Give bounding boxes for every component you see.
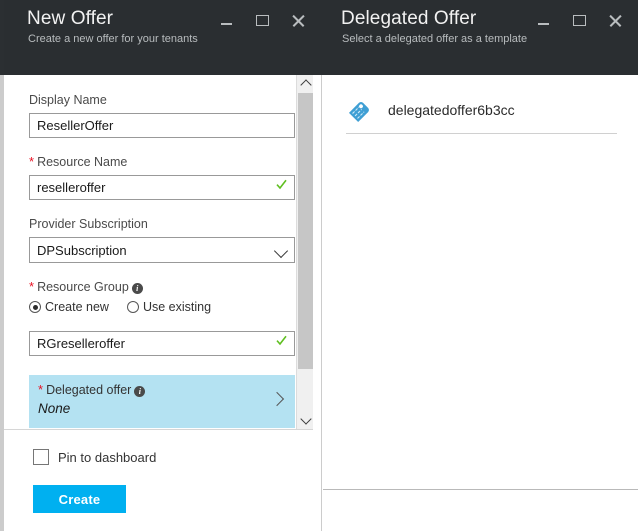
new-offer-blade: New Offer Create a new offer for your te…	[0, 0, 321, 531]
resource-name-textbox[interactable]	[29, 175, 295, 200]
close-icon	[609, 14, 622, 27]
chevron-up-icon	[300, 79, 311, 90]
info-icon[interactable]: i	[132, 283, 143, 294]
maximize-button[interactable]	[568, 10, 590, 30]
delegated-offer-title: Delegated Offer	[341, 8, 476, 30]
field-resource-name: *Resource Name	[29, 154, 295, 200]
new-offer-title: New Offer	[27, 8, 113, 30]
radio-create-new-label: Create new	[45, 300, 109, 314]
required-asterisk: *	[29, 279, 34, 294]
tag-icon	[346, 95, 376, 125]
delegated-offer-label-text: Delegated offer	[46, 383, 131, 397]
delegated-offer-body: delegatedoffer6b3cc	[321, 75, 638, 531]
minimize-icon	[538, 23, 549, 25]
right-footer-divider	[323, 489, 638, 490]
resource-name-input[interactable]	[30, 176, 294, 199]
display-name-input[interactable]	[30, 114, 294, 137]
resource-group-radio-group: Create new Use existing	[29, 300, 295, 314]
display-name-textbox[interactable]	[29, 113, 295, 138]
resource-group-label: *Resource Groupi	[29, 279, 295, 295]
blade-left-edge-light	[0, 75, 4, 531]
valid-check-icon	[276, 335, 287, 346]
pin-to-dashboard-row[interactable]: Pin to dashboard	[33, 449, 156, 465]
close-icon	[292, 14, 305, 27]
minimize-icon	[221, 23, 232, 25]
provider-subscription-select[interactable]: DPSubscription	[29, 237, 295, 263]
delegated-offer-list: delegatedoffer6b3cc	[346, 86, 617, 134]
scrollbar-down-button[interactable]	[297, 412, 314, 429]
new-offer-footer: Pin to dashboard Create	[4, 430, 313, 531]
scrollbar-thumb[interactable]	[298, 93, 313, 369]
required-asterisk: *	[38, 382, 43, 397]
new-offer-subtitle: Create a new offer for your tenants	[28, 33, 198, 45]
maximize-icon	[256, 15, 269, 26]
delegated-offer-label: *Delegated offeri	[38, 382, 295, 397]
new-offer-scroll-region: Display Name *Resource Name	[4, 75, 321, 429]
maximize-button[interactable]	[251, 10, 273, 30]
field-display-name: Display Name	[29, 92, 295, 138]
delegated-offer-blade: Delegated Offer Select a delegated offer…	[321, 0, 638, 531]
radio-use-existing[interactable]: Use existing	[127, 300, 211, 314]
resource-group-textbox[interactable]	[29, 331, 295, 356]
resource-group-label-text: Resource Group	[37, 280, 129, 294]
maximize-icon	[573, 15, 586, 26]
new-offer-form: Display Name *Resource Name	[29, 75, 295, 428]
scrollbar-up-button[interactable]	[297, 75, 314, 92]
pin-to-dashboard-checkbox[interactable]	[33, 449, 49, 465]
delegated-offer-window-controls	[532, 10, 626, 30]
new-offer-header: New Offer Create a new offer for your te…	[0, 0, 321, 75]
new-offer-window-controls	[215, 10, 309, 30]
delegated-offer-subtitle: Select a delegated offer as a template	[342, 33, 527, 45]
field-resource-group: *Resource Groupi Create new Use existing	[29, 279, 295, 356]
azure-portal-blades: New Offer Create a new offer for your te…	[0, 0, 638, 531]
chevron-down-icon	[300, 413, 311, 424]
close-button[interactable]	[604, 10, 626, 30]
radio-use-existing-indicator	[127, 301, 139, 313]
minimize-button[interactable]	[215, 10, 237, 30]
field-provider-subscription: Provider Subscription DPSubscription	[29, 216, 295, 263]
close-button[interactable]	[287, 10, 309, 30]
radio-create-new-indicator	[29, 301, 41, 313]
delegated-offer-selector[interactable]: *Delegated offeri None	[29, 375, 295, 428]
list-item[interactable]: delegatedoffer6b3cc	[346, 86, 617, 133]
minimize-button[interactable]	[532, 10, 554, 30]
new-offer-body: Display Name *Resource Name	[0, 75, 321, 531]
display-name-label: Display Name	[29, 92, 295, 108]
resource-name-label: *Resource Name	[29, 154, 295, 170]
pin-to-dashboard-label: Pin to dashboard	[58, 450, 156, 465]
form-scrollbar[interactable]	[296, 75, 313, 429]
radio-use-existing-label: Use existing	[143, 300, 211, 314]
provider-subscription-label: Provider Subscription	[29, 216, 295, 232]
valid-check-icon	[276, 179, 287, 190]
provider-subscription-value: DPSubscription	[30, 243, 127, 258]
chevron-down-icon	[274, 244, 288, 258]
list-item-label: delegatedoffer6b3cc	[388, 102, 515, 118]
scrollbar-right-padding	[313, 75, 321, 429]
radio-create-new[interactable]: Create new	[29, 300, 109, 314]
resource-name-label-text: Resource Name	[37, 155, 127, 169]
delegated-offer-value: None	[38, 401, 295, 416]
delegated-offer-header: Delegated Offer Select a delegated offer…	[321, 0, 638, 75]
create-button[interactable]: Create	[33, 485, 126, 513]
required-asterisk: *	[29, 154, 34, 169]
list-divider	[346, 133, 617, 134]
resource-group-input[interactable]	[30, 332, 294, 355]
info-icon[interactable]: i	[134, 386, 145, 397]
